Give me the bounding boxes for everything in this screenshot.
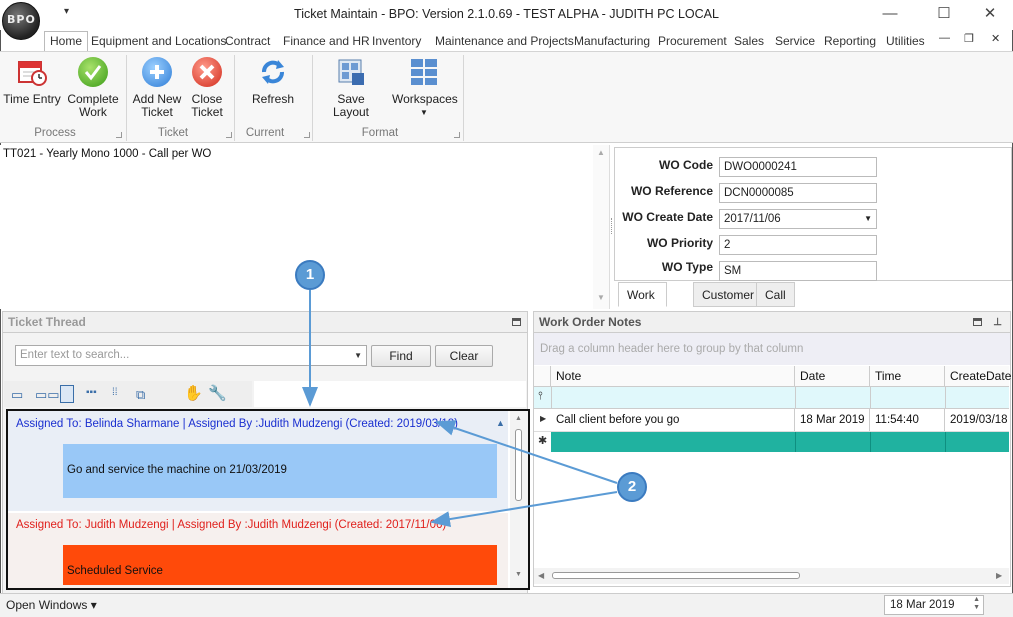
callout-2-arrow-a bbox=[435, 420, 618, 484]
app-logo-icon[interactable]: BPO bbox=[2, 2, 40, 40]
callout-2-arrow-b bbox=[430, 491, 618, 528]
annotation-arrows bbox=[302, 290, 618, 528]
callout-2: 2 bbox=[617, 472, 647, 502]
callout-1: 1 bbox=[295, 260, 325, 290]
